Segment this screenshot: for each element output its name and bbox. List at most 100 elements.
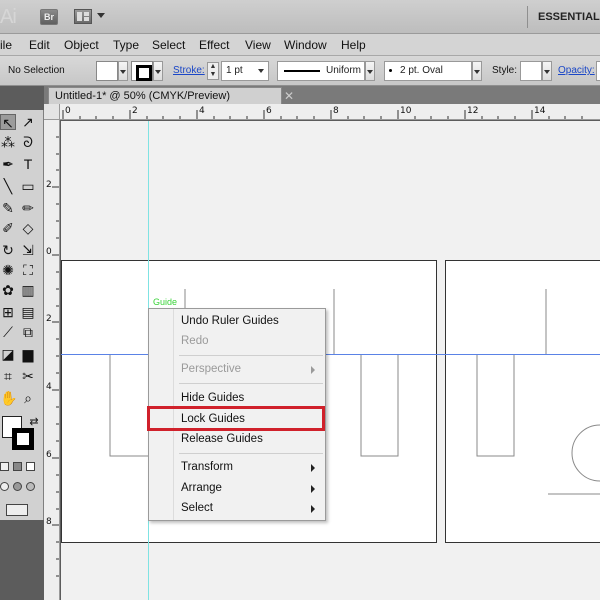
profile-dropdown[interactable] xyxy=(365,61,375,81)
pencil-icon[interactable]: ✏ xyxy=(20,200,36,216)
menu-edit[interactable]: Edit xyxy=(29,38,50,52)
slice-icon[interactable]: ⌗ xyxy=(0,368,16,384)
free-transform-icon[interactable]: ⛶ xyxy=(20,262,36,278)
fill-swatch[interactable] xyxy=(96,61,118,81)
menu-item-release-guides[interactable]: Release Guides xyxy=(181,433,263,445)
tools-panel: ↖ ↗ ⁂ ᘐ ✒ T ╲ ▭ ✎ ✏ ✐ ◇ ↻ ⇲ ✺ ⛶ ✿ ▥ ⊞ ▤ … xyxy=(0,110,44,520)
rotate-icon[interactable]: ↻ xyxy=(0,242,16,258)
smart-guide-label: Guide xyxy=(153,297,178,307)
menu-item-undo-ruler-guides[interactable]: Undo Ruler Guides xyxy=(181,315,279,327)
menu-item-arrange[interactable]: Arrange xyxy=(181,482,222,494)
selection-status: No Selection xyxy=(8,65,65,76)
blend-icon[interactable]: ⧉ xyxy=(20,324,36,340)
style-label: Style: xyxy=(492,65,518,76)
opacity-field[interactable] xyxy=(596,61,600,81)
ruler-label: 6 xyxy=(46,450,52,460)
column-graph-icon[interactable]: ▆ xyxy=(20,346,36,362)
artwork-layer xyxy=(109,289,600,495)
menu-separator xyxy=(179,453,323,454)
magic-wand-icon[interactable]: ⁂ xyxy=(0,134,16,150)
menu-window[interactable]: Window xyxy=(284,38,327,52)
menu-view[interactable]: View xyxy=(245,38,271,52)
menu-object[interactable]: Object xyxy=(64,38,99,52)
symbol-sprayer-icon[interactable]: ✿ xyxy=(0,282,16,298)
ruler-label: 0 xyxy=(65,106,71,116)
ruler-label: 0 xyxy=(46,247,52,257)
draw-behind-icon[interactable] xyxy=(13,482,22,491)
brush-dropdown[interactable] xyxy=(472,61,482,81)
knife-icon[interactable]: ✂ xyxy=(20,368,36,384)
menu-file[interactable]: ile xyxy=(0,38,12,52)
menu-item-perspective[interactable]: Perspective xyxy=(181,363,241,375)
opacity-link[interactable]: Opacity: xyxy=(558,65,595,76)
stroke-weight-stepper[interactable]: ▲ ▼ xyxy=(207,62,219,80)
ruler-origin[interactable] xyxy=(44,104,60,120)
brush-definition[interactable]: 2 pt. Oval xyxy=(384,61,472,81)
close-icon[interactable]: ✕ xyxy=(284,89,294,103)
stroke-dropdown[interactable] xyxy=(153,61,163,81)
swap-colors-icon[interactable]: ⇄ xyxy=(26,414,42,430)
hand-icon[interactable]: ✋ xyxy=(0,390,17,406)
lasso-icon[interactable]: ᘐ xyxy=(20,134,36,150)
blob-brush-icon[interactable]: ✐ xyxy=(0,220,16,236)
gradient-mode-icon[interactable] xyxy=(13,462,22,471)
paintbrush-icon[interactable]: ✎ xyxy=(0,200,16,216)
style-dropdown[interactable] xyxy=(542,61,552,81)
screen-mode-icon[interactable] xyxy=(6,504,28,516)
stroke-line-sample xyxy=(284,70,320,72)
mesh-icon[interactable]: ⊞ xyxy=(0,304,16,320)
column-graph-icon[interactable]: ▥ xyxy=(20,282,36,298)
vertical-ruler[interactable]: 2 0 2 4 6 8 xyxy=(44,120,60,600)
ruler-label: 6 xyxy=(266,106,272,116)
bridge-button[interactable]: Br xyxy=(40,9,58,25)
warp-icon[interactable]: ✺ xyxy=(0,262,16,278)
draw-normal-icon[interactable] xyxy=(0,482,9,491)
draw-inside-icon[interactable] xyxy=(26,482,35,491)
pen-tool-icon[interactable]: ✒ xyxy=(0,156,16,172)
vertical-ruler-ticks xyxy=(52,136,59,577)
document-tab[interactable]: Untitled-1* @ 50% (CMYK/Preview) xyxy=(48,87,282,104)
menu-select[interactable]: Select xyxy=(152,38,185,52)
stroke-panel-link[interactable]: Stroke: xyxy=(173,65,205,76)
live-paint-icon[interactable]: ◪ xyxy=(0,346,16,362)
selection-tool-icon[interactable]: ↖ xyxy=(0,114,16,131)
menu-help[interactable]: Help xyxy=(341,38,366,52)
stroke-color-box[interactable] xyxy=(12,428,34,450)
zoom-icon[interactable]: ⌕ xyxy=(20,390,36,406)
chevron-down-icon xyxy=(258,69,264,73)
type-tool-icon[interactable]: T xyxy=(20,156,36,172)
arrange-documents-button[interactable] xyxy=(74,8,106,26)
menu-type[interactable]: Type xyxy=(113,38,139,52)
horizontal-guide[interactable] xyxy=(61,354,600,355)
color-mode-icon[interactable] xyxy=(0,462,9,471)
gradient-icon[interactable]: ▤ xyxy=(20,304,36,320)
ruler-label: 4 xyxy=(46,382,52,392)
submenu-arrow-icon xyxy=(311,505,315,513)
horizontal-ruler[interactable]: 0 2 4 6 8 10 12 14 xyxy=(60,104,600,120)
scale-icon[interactable]: ⇲ xyxy=(20,242,36,258)
graphic-style-swatch[interactable] xyxy=(520,61,542,81)
illustrator-logo: Ai xyxy=(0,6,17,28)
menu-effect[interactable]: Effect xyxy=(199,38,229,52)
document-canvas[interactable]: Guide xyxy=(61,121,600,600)
workspace-switcher[interactable]: ESSENTIALS xyxy=(538,11,600,23)
menu-item-transform[interactable]: Transform xyxy=(181,461,233,473)
stroke-swatch[interactable] xyxy=(131,61,153,81)
eraser-icon[interactable]: ◇ xyxy=(20,220,36,236)
rectangle-tool-icon[interactable]: ▭ xyxy=(20,178,36,194)
brush-dot-icon xyxy=(389,68,392,72)
ruler-label: 8 xyxy=(333,106,339,116)
submenu-arrow-icon xyxy=(311,464,315,472)
fill-dropdown[interactable] xyxy=(118,61,128,81)
line-segment-icon[interactable]: ╲ xyxy=(0,178,16,194)
brush-label: 2 pt. Oval xyxy=(400,65,443,76)
ruler-label: 2 xyxy=(46,314,52,324)
ruler-label: 10 xyxy=(400,106,412,116)
direct-selection-tool-icon[interactable]: ↗ xyxy=(20,114,36,130)
menu-item-select[interactable]: Select xyxy=(181,502,213,514)
stroke-weight-field[interactable]: 1 pt xyxy=(221,61,269,81)
eyedropper-icon[interactable]: ⟋ xyxy=(0,324,16,340)
menu-item-redo[interactable]: Redo xyxy=(181,335,209,347)
none-mode-icon[interactable] xyxy=(26,462,35,471)
menu-item-hide-guides[interactable]: Hide Guides xyxy=(181,392,244,404)
